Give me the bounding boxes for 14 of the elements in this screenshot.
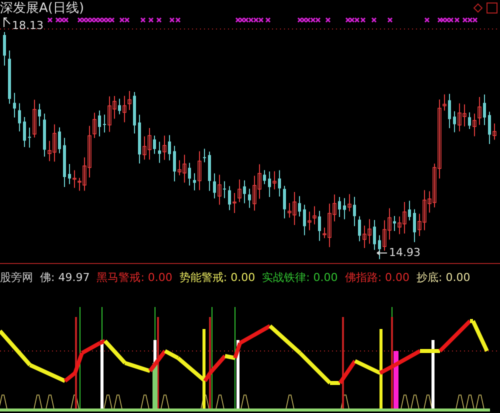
high-price-label: 18.13: [12, 19, 44, 32]
chart-title: 深发展A(日线): [0, 0, 84, 17]
indicator-reading: 势能警戒: 0.00: [179, 271, 256, 285]
indicator-reading: 佛: 49.97: [40, 271, 90, 285]
indicator-reading: 黑马警戒: 0.00: [96, 271, 172, 285]
panel-icon[interactable]: [486, 2, 498, 14]
low-price-label: 14.93: [389, 246, 420, 259]
leader-line: [376, 250, 388, 256]
leader-line: [4, 18, 10, 28]
indicator-reading: 佛指路: 0.00: [344, 271, 410, 285]
indicator-reading: 抄底: 0.00: [416, 271, 470, 285]
indicator-name: 股旁网: [0, 271, 33, 285]
indicator-reading: 实战铁律: 0.00: [262, 271, 338, 285]
diamond-icon[interactable]: [473, 3, 483, 13]
